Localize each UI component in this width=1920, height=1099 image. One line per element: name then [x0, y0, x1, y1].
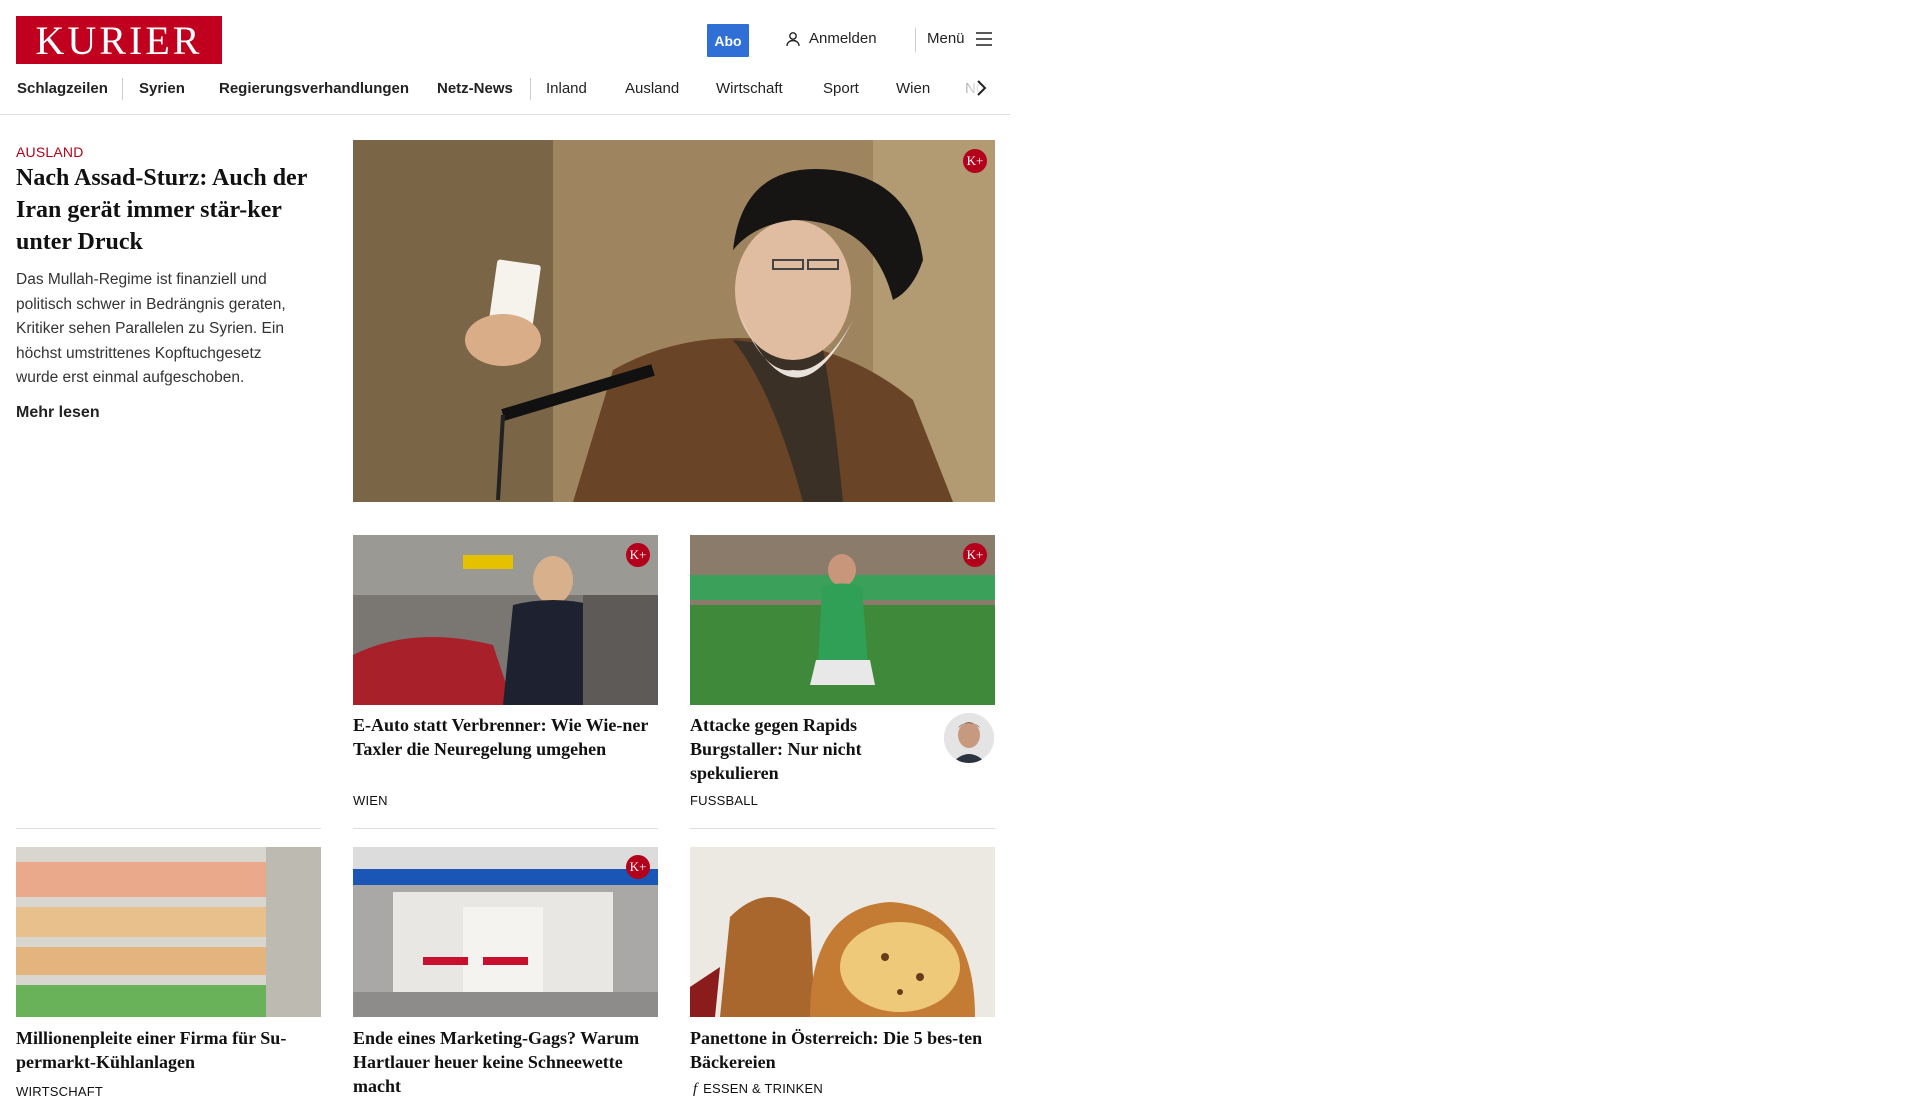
- lead-headline[interactable]: Nach Assad-Sturz: Auch der Iran gerät im…: [16, 162, 321, 258]
- author-avatar[interactable]: [944, 713, 994, 763]
- article-headline[interactable]: Ende eines Marketing-Gags? Warum Hartlau…: [353, 1026, 653, 1098]
- article-kicker[interactable]: FUSSBALL: [690, 793, 758, 808]
- taxi-photo: [353, 535, 658, 705]
- lead-image[interactable]: K+: [353, 140, 995, 502]
- article-kicker[interactable]: WIRTSCHAFT: [16, 1084, 103, 1099]
- article-headline[interactable]: E-Auto statt Verbrenner: Wie Wie-ner Tax…: [353, 713, 653, 761]
- divider: [690, 828, 995, 829]
- nav-item-sport[interactable]: Sport: [823, 80, 859, 97]
- nav-item-syrien[interactable]: Syrien: [139, 80, 185, 97]
- login-label: Anmelden: [809, 30, 877, 47]
- login-button[interactable]: Anmelden: [785, 30, 877, 47]
- football-photo: [690, 535, 995, 705]
- hamburger-icon: [975, 31, 992, 46]
- mehr-lesen-link[interactable]: Mehr lesen: [16, 404, 100, 422]
- article-kicker-row: f ESSEN & TRINKEN: [693, 1081, 823, 1096]
- nav-item-wien[interactable]: Wien: [896, 80, 930, 97]
- lead-teaser: Das Mullah-Regime ist finanziell und pol…: [16, 271, 286, 386]
- divider: [353, 828, 658, 829]
- article-kicker[interactable]: ESSEN & TRINKEN: [703, 1081, 823, 1096]
- nav-item-regierungsverhandlungen[interactable]: Regierungsverhandlungen: [219, 80, 409, 97]
- kplus-badge-icon: K+: [626, 543, 650, 567]
- user-icon: [786, 31, 800, 46]
- kurier-logo[interactable]: KURIER: [16, 16, 222, 64]
- menu-button[interactable]: Menü: [927, 30, 993, 47]
- menu-label: Menü: [927, 30, 965, 47]
- nav-item-netz-news[interactable]: Netz-News: [437, 80, 513, 97]
- page: KURIER Abo Anmelden Menü Schlagzeilen Sy…: [0, 0, 1010, 1099]
- article-image-panettone[interactable]: [690, 847, 995, 1017]
- store-photo: [353, 847, 658, 1017]
- chevron-right-icon[interactable]: [975, 78, 989, 98]
- kplus-badge-icon: K+: [626, 855, 650, 879]
- author-photo: [944, 713, 994, 763]
- article-image-supermarket[interactable]: [16, 847, 321, 1017]
- article-image-football[interactable]: K+: [690, 535, 995, 705]
- article-image-store[interactable]: K+: [353, 847, 658, 1017]
- article-headline[interactable]: Attacke gegen Rapids Burgstaller: Nur ni…: [690, 713, 930, 785]
- article-headline[interactable]: Panettone in Österreich: Die 5 bes-ten B…: [690, 1026, 995, 1074]
- article-image-taxi[interactable]: K+: [353, 535, 658, 705]
- recipe-icon: f: [693, 1080, 698, 1097]
- section-nav: Schlagzeilen Syrien Regierungsverhandlun…: [0, 72, 1010, 115]
- lead-kicker[interactable]: AUSLAND: [16, 144, 84, 160]
- supermarket-photo: [16, 847, 321, 1017]
- kplus-badge-icon: K+: [963, 543, 987, 567]
- nav-item-ausland[interactable]: Ausland: [625, 80, 679, 97]
- nav-item-wirtschaft[interactable]: Wirtschaft: [716, 80, 783, 97]
- panettone-photo: [690, 847, 995, 1017]
- header-divider: [915, 28, 916, 52]
- nav-divider: [122, 78, 123, 100]
- nav-item-inland[interactable]: Inland: [546, 80, 587, 97]
- abo-button[interactable]: Abo: [707, 24, 749, 57]
- nav-item-schlagzeilen[interactable]: Schlagzeilen: [17, 80, 108, 97]
- kplus-badge-icon: K+: [963, 149, 987, 173]
- nav-divider: [530, 78, 531, 100]
- article-headline[interactable]: Millionenpleite einer Firma für Su-perma…: [16, 1026, 321, 1074]
- article-kicker[interactable]: WIEN: [353, 793, 388, 808]
- speaker-photo: [353, 140, 995, 502]
- divider: [16, 828, 321, 829]
